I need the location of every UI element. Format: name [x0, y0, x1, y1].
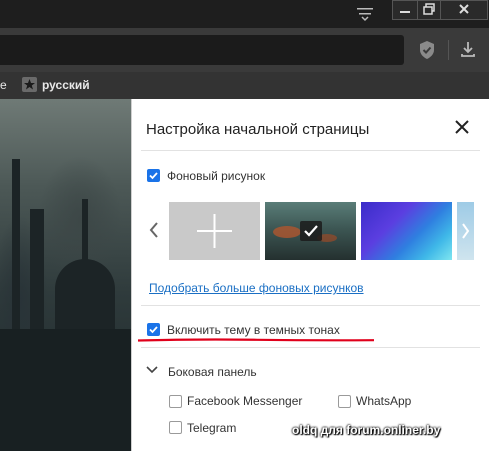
- chevron-down-icon[interactable]: [146, 365, 158, 375]
- easy-setup-menu-icon[interactable]: [356, 6, 374, 22]
- address-bar: [0, 28, 489, 72]
- dark-theme-checkbox[interactable]: [147, 323, 160, 336]
- minimize-button[interactable]: [392, 0, 418, 20]
- bookmark-item-russian[interactable]: русский: [42, 78, 90, 92]
- chevron-right-icon: [462, 223, 470, 239]
- close-window-icon: [459, 4, 469, 14]
- whatsapp-checkbox[interactable]: [338, 395, 351, 408]
- panel-title: Настройка начальной страницы: [146, 121, 370, 138]
- divider: [141, 305, 480, 306]
- download-icon[interactable]: [459, 39, 477, 59]
- dark-theme-checkbox-label[interactable]: Включить тему в темных тонах: [167, 323, 340, 337]
- url-input[interactable]: [0, 35, 404, 65]
- chevron-left-icon[interactable]: [148, 221, 160, 239]
- close-icon[interactable]: [454, 119, 470, 135]
- start-page-settings-panel: Настройка начальной страницы Фоновый рис…: [131, 99, 489, 451]
- background-wallpaper: [0, 99, 131, 451]
- background-thumbnail-abstract[interactable]: [361, 202, 452, 260]
- minimize-icon: [400, 11, 410, 13]
- bookmarks-bar: е русский: [0, 72, 489, 99]
- background-checkbox-label[interactable]: Фоновый рисунок: [167, 169, 265, 183]
- plus-icon: [197, 214, 232, 248]
- maximize-button[interactable]: [417, 0, 441, 20]
- checkmark-icon: [149, 172, 158, 180]
- facebook-messenger-checkbox[interactable]: [169, 395, 182, 408]
- shield-icon[interactable]: [418, 40, 436, 60]
- selected-check-icon: [273, 221, 337, 242]
- divider: [141, 150, 480, 151]
- telegram-label[interactable]: Telegram: [187, 421, 236, 435]
- close-window-button[interactable]: [440, 0, 488, 20]
- divider: [141, 347, 480, 348]
- telegram-checkbox[interactable]: [169, 421, 182, 434]
- title-bar: [0, 0, 489, 28]
- watermark-text: oldq для forum.onliner.by: [292, 423, 441, 437]
- background-checkbox[interactable]: [147, 169, 160, 182]
- background-thumbnail-partial[interactable]: [457, 202, 474, 260]
- bookmark-partial-label[interactable]: е: [0, 78, 7, 92]
- whatsapp-label[interactable]: WhatsApp: [356, 394, 411, 408]
- more-backgrounds-link[interactable]: Подобрать больше фоновых рисунков: [149, 281, 364, 295]
- star-icon: [22, 77, 37, 92]
- add-background-tile[interactable]: [169, 202, 260, 260]
- restore-icon: [423, 3, 435, 15]
- red-underline-annotation: [137, 338, 375, 342]
- background-thumbnail-selected[interactable]: [265, 202, 356, 260]
- toolbar-separator: [448, 40, 449, 60]
- facebook-messenger-label[interactable]: Facebook Messenger: [187, 394, 302, 408]
- checkmark-icon: [149, 326, 158, 334]
- sidebar-section-title[interactable]: Боковая панель: [168, 365, 257, 379]
